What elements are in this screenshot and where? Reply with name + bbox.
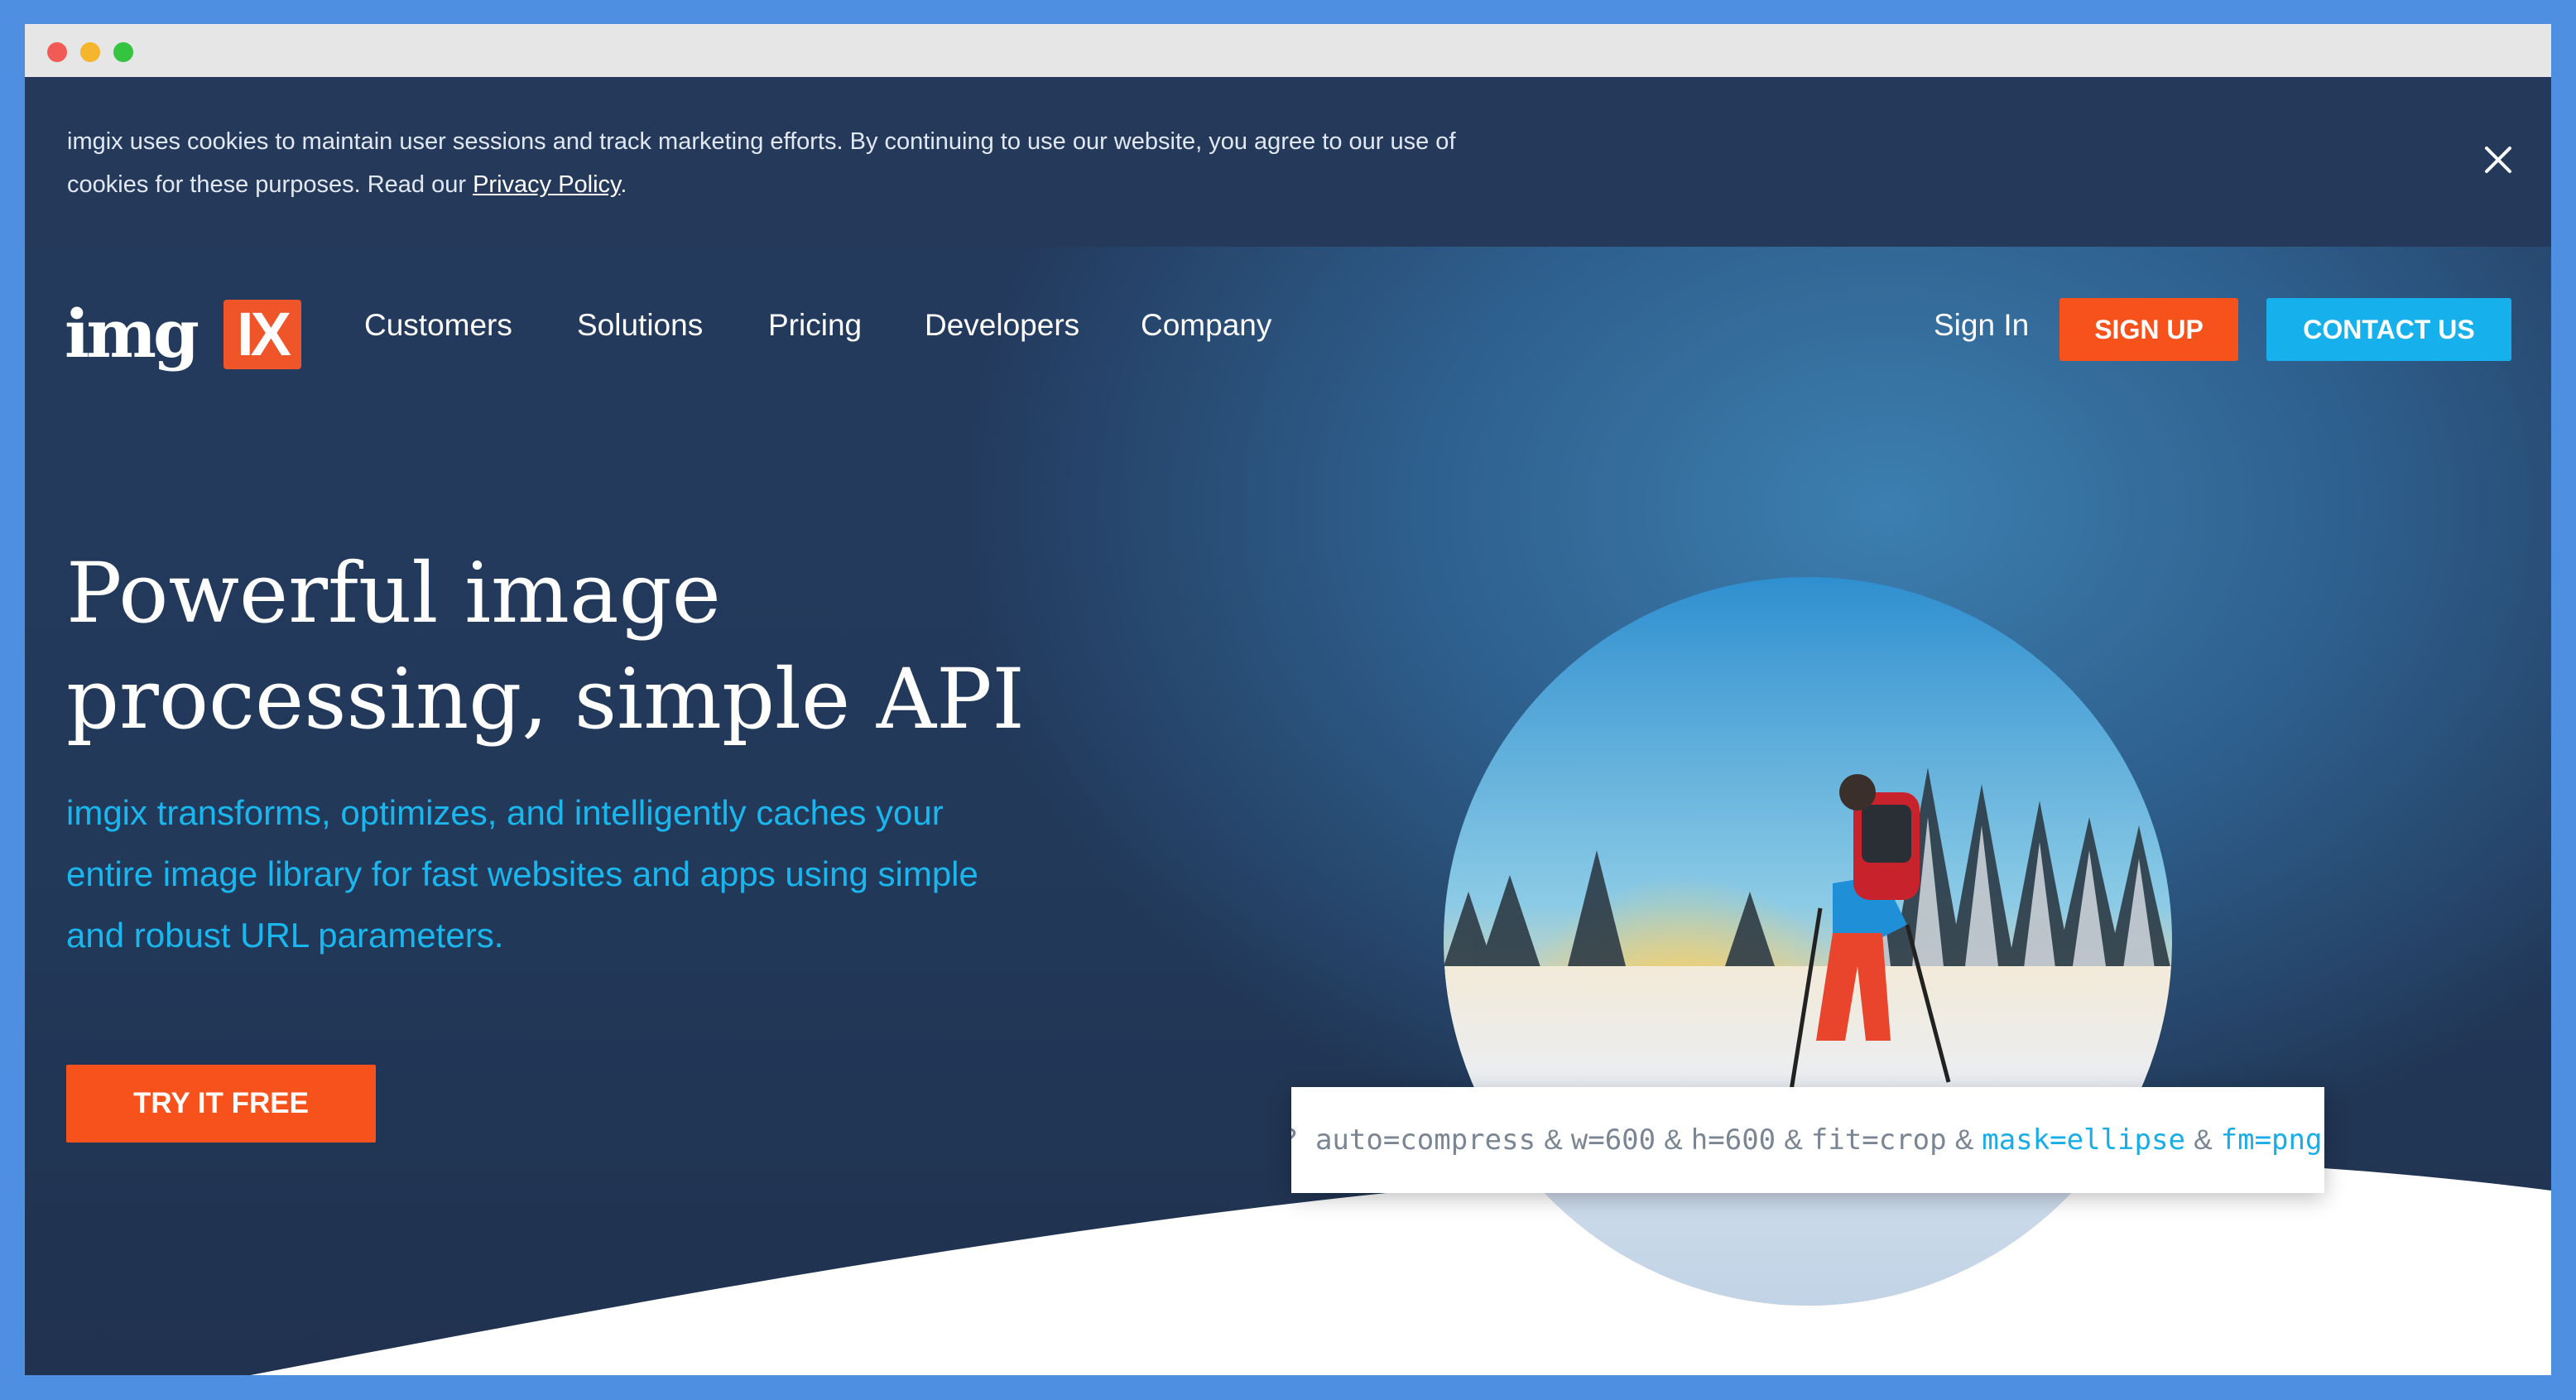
url-param: w=600 [1570, 1123, 1656, 1157]
page: imgix uses cookies to maintain user sess… [25, 77, 2551, 1375]
nav-customers[interactable]: Customers [364, 308, 512, 343]
url-param: h=600 [1690, 1123, 1776, 1157]
url-parameters-box: ? auto=compress&w=600&h=600&fit=crop&mas… [1291, 1087, 2324, 1193]
hero-photo [1444, 577, 2172, 1306]
hero-title-line2: processing, simple API [66, 651, 1025, 748]
close-window-button[interactable] [47, 42, 67, 62]
close-icon[interactable] [2478, 140, 2518, 180]
url-param: mask=ellipse [1982, 1123, 2185, 1157]
url-separator: & [1664, 1124, 1683, 1156]
hero-wave [250, 1157, 2551, 1375]
url-separator: & [1954, 1124, 1974, 1156]
url-param: fm=png [2220, 1123, 2323, 1157]
navbar: img IX Customers Solutions Pricing Devel… [25, 247, 2551, 412]
sign-in-link[interactable]: Sign In [1934, 308, 2029, 343]
browser-window: imgix uses cookies to maintain user sess… [25, 24, 2551, 1375]
contact-us-button[interactable]: CONTACT US [2266, 298, 2511, 361]
url-parameters: ? auto=compress&w=600&h=600&fit=crop&mas… [1291, 1087, 2322, 1193]
url-separator: & [1544, 1124, 1563, 1156]
url-param: fit=crop [1810, 1123, 1947, 1157]
cookie-message-suffix: . [620, 171, 627, 198]
nav-pricing[interactable]: Pricing [768, 308, 862, 343]
try-it-free-button[interactable]: TRY IT FREE [66, 1065, 376, 1143]
nav-solutions[interactable]: Solutions [577, 308, 703, 343]
privacy-policy-link[interactable]: Privacy Policy [473, 171, 620, 198]
imgix-logo[interactable]: img IX [65, 295, 301, 373]
url-prefix: ? [1291, 1123, 1315, 1157]
hero-title-line1: Powerful image [66, 545, 721, 642]
url-param: auto=compress [1314, 1123, 1536, 1157]
sign-up-button[interactable]: SIGN UP [2059, 298, 2238, 361]
cookie-message: imgix uses cookies to maintain user sess… [67, 120, 1540, 206]
cookie-banner: imgix uses cookies to maintain user sess… [25, 77, 2551, 247]
hero-title: Powerful image processing, simple API [66, 541, 1142, 753]
browser-titlebar [25, 24, 2551, 77]
hero-subtitle: imgix transforms, optimizes, and intelli… [66, 793, 978, 955]
url-separator: & [1784, 1124, 1803, 1156]
nav-developers[interactable]: Developers [925, 308, 1079, 343]
cookie-message-text: imgix uses cookies to maintain user sess… [67, 128, 1456, 198]
maximize-window-button[interactable] [113, 42, 133, 62]
minimize-window-button[interactable] [80, 42, 100, 62]
logo-box: IX [223, 300, 301, 369]
logo-text: img [65, 295, 199, 373]
nav-company[interactable]: Company [1141, 308, 1271, 343]
url-separator: & [2193, 1124, 2213, 1156]
